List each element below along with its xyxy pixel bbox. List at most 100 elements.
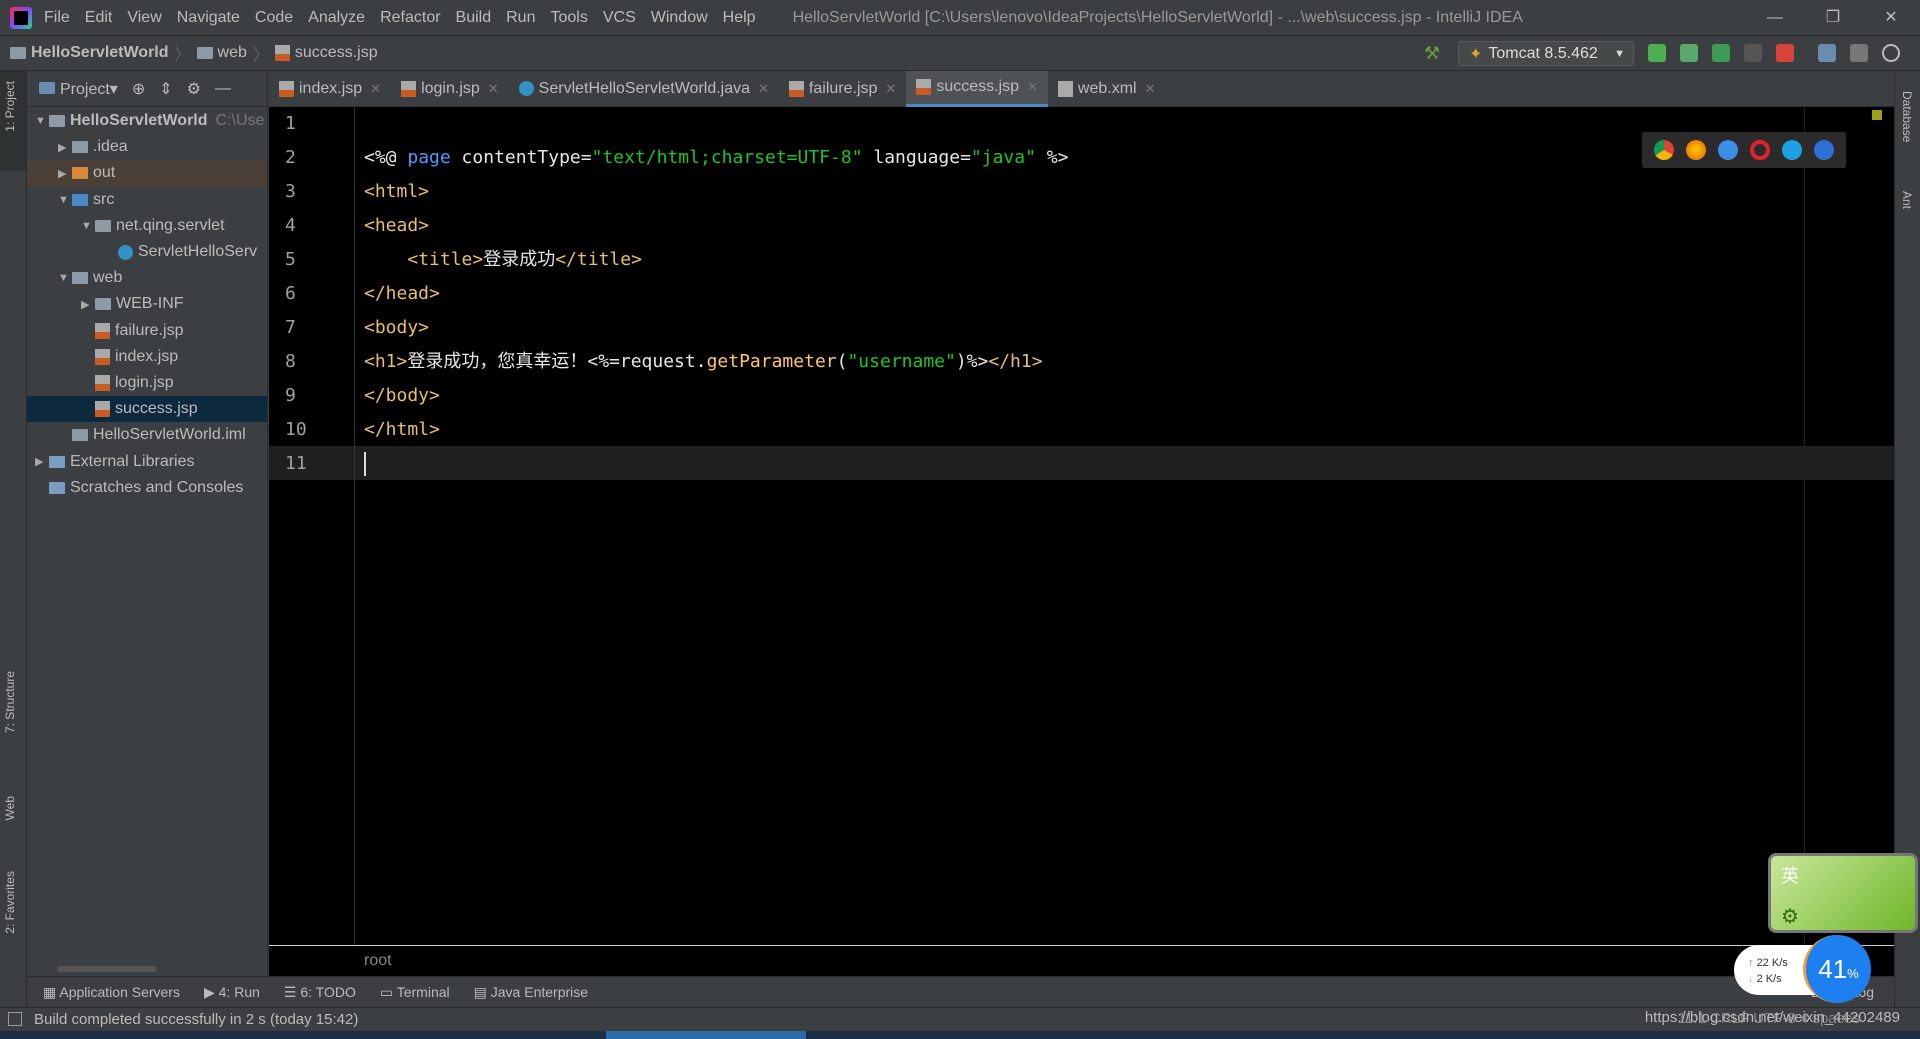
- tool-window----run[interactable]: ▶ 4: Run: [204, 984, 260, 1001]
- project-view-select[interactable]: Project▾: [39, 79, 118, 99]
- ime-widget[interactable]: 英 ⚙: [1768, 853, 1918, 933]
- internet-explorer-icon[interactable]: [1782, 140, 1802, 160]
- menu-window[interactable]: Window: [651, 9, 708, 26]
- tree-item[interactable]: ▶ .idea: [27, 134, 267, 160]
- tree-item[interactable]: success.jsp: [27, 396, 267, 423]
- status-message[interactable]: Build completed successfully in 2 s (tod…: [34, 1011, 358, 1028]
- toggle-tool-windows-icon[interactable]: [8, 1012, 22, 1026]
- window-icon[interactable]: [1850, 44, 1868, 62]
- code-line[interactable]: </html>: [364, 413, 440, 447]
- expanded-arrow-icon[interactable]: ▼: [58, 272, 72, 284]
- tool-tab-project[interactable]: 1: Project: [3, 81, 17, 132]
- chrome-icon[interactable]: [1654, 140, 1674, 160]
- tool-window-java-enterprise[interactable]: ▤ Java Enterprise: [474, 984, 588, 1001]
- tree-item[interactable]: login.jsp: [27, 370, 267, 396]
- menu-file[interactable]: File: [44, 9, 70, 26]
- code-editor[interactable]: 1 2 <%@ page contentType="text/html;charse…: [269, 107, 1894, 945]
- hide-icon[interactable]: —: [215, 80, 231, 98]
- collapse-all-icon[interactable]: ⇕: [159, 79, 172, 99]
- tool-window----todo[interactable]: ☰ 6: TODO: [284, 984, 356, 1001]
- close-tab-icon[interactable]: ✕: [370, 81, 381, 97]
- code-line[interactable]: <head>: [364, 209, 429, 243]
- tree-item[interactable]: ▼ HelloServletWorld C:\Use: [27, 108, 267, 134]
- search-icon[interactable]: [1882, 44, 1900, 62]
- menu-build[interactable]: Build: [456, 9, 492, 26]
- editor-breadcrumb[interactable]: root: [269, 945, 1894, 976]
- stop-icon[interactable]: [1776, 44, 1794, 62]
- coverage-icon[interactable]: [1712, 44, 1730, 62]
- menu-analyze[interactable]: Analyze: [308, 9, 365, 26]
- close-tab-icon[interactable]: ✕: [758, 81, 769, 97]
- close-tab-icon[interactable]: ✕: [1145, 81, 1156, 97]
- locate-icon[interactable]: ⊕: [132, 79, 145, 99]
- tool-tab-ant[interactable]: Ant: [1900, 191, 1914, 209]
- tree-item[interactable]: index.jsp: [27, 344, 267, 370]
- menu-code[interactable]: Code: [255, 9, 293, 26]
- expanded-arrow-icon[interactable]: ▼: [58, 194, 72, 206]
- gear-icon[interactable]: ⚙: [1781, 904, 1799, 929]
- collapsed-arrow-icon[interactable]: ▶: [58, 141, 72, 154]
- code-line[interactable]: <html>: [364, 175, 429, 209]
- breadcrumb-project[interactable]: HelloServletWorld: [31, 44, 169, 62]
- firefox-icon[interactable]: [1686, 140, 1706, 160]
- collapsed-arrow-icon[interactable]: ▶: [58, 167, 72, 180]
- tool-window-application-servers[interactable]: ▦ Application Servers: [43, 984, 180, 1001]
- tree-item[interactable]: ▼ web: [27, 265, 267, 291]
- profile-icon[interactable]: [1744, 44, 1762, 62]
- expanded-arrow-icon[interactable]: ▼: [81, 220, 95, 232]
- safari-icon[interactable]: [1718, 140, 1738, 160]
- collapsed-arrow-icon[interactable]: ▶: [35, 455, 49, 468]
- tab-web-xml[interactable]: web.xml ✕: [1048, 71, 1166, 107]
- menu-vcs[interactable]: VCS: [603, 9, 636, 26]
- memory-usage-ball[interactable]: 41%: [1803, 935, 1871, 1003]
- debug-icon[interactable]: [1680, 44, 1698, 62]
- tree-item[interactable]: ▶ WEB-INF: [27, 291, 267, 317]
- rerun-icon[interactable]: [1648, 44, 1666, 62]
- tree-item[interactable]: ▶ External Libraries: [27, 448, 267, 474]
- horizontal-scrollbar[interactable]: [57, 966, 157, 972]
- tree-item[interactable]: ▼ net.qing.servlet: [27, 213, 267, 239]
- code-line[interactable]: <title>登录成功</title>: [364, 243, 642, 277]
- inspection-status-icon[interactable]: [1872, 110, 1882, 120]
- tab-servlethelloservletworld-java[interactable]: ServletHelloServletWorld.java ✕: [509, 71, 779, 107]
- tree-item[interactable]: Scratches and Consoles: [27, 475, 267, 501]
- tab-login-jsp[interactable]: login.jsp ✕: [391, 71, 509, 107]
- tool-tab-web[interactable]: Web: [3, 796, 17, 820]
- gear-icon[interactable]: ⚙: [187, 79, 201, 99]
- tool-window-terminal[interactable]: ▭ Terminal: [380, 984, 450, 1001]
- menu-refactor[interactable]: Refactor: [380, 9, 440, 26]
- opera-icon[interactable]: [1750, 140, 1770, 160]
- close-tab-icon[interactable]: ✕: [488, 81, 499, 97]
- breadcrumb-web[interactable]: web: [218, 44, 247, 62]
- tab-success-jsp[interactable]: success.jsp ✕: [906, 70, 1048, 107]
- tool-tab-database[interactable]: Database: [1900, 91, 1914, 142]
- menu-edit[interactable]: Edit: [85, 9, 113, 26]
- menu-navigate[interactable]: Navigate: [177, 9, 240, 26]
- tab-index-jsp[interactable]: index.jsp ✕: [269, 71, 391, 107]
- breadcrumb-file[interactable]: success.jsp: [295, 44, 378, 62]
- project-structure-icon[interactable]: [1818, 44, 1836, 62]
- build-hammer-icon[interactable]: ⚒: [1424, 43, 1440, 64]
- restore-button[interactable]: ❐: [1804, 0, 1862, 36]
- menu-help[interactable]: Help: [723, 9, 756, 26]
- code-line[interactable]: <h1>登录成功，您真幸运！<%=request.getParameter("u…: [364, 345, 1043, 379]
- code-line[interactable]: </body>: [364, 379, 440, 413]
- tree-item[interactable]: ▶ out: [27, 160, 267, 187]
- collapsed-arrow-icon[interactable]: ▶: [81, 298, 95, 311]
- tree-item[interactable]: ▼ src: [27, 187, 267, 213]
- tool-tab-favorites[interactable]: 2: Favorites: [3, 871, 17, 934]
- tree-item[interactable]: ServletHelloServ: [27, 239, 267, 265]
- code-line[interactable]: <body>: [364, 311, 429, 345]
- tree-item[interactable]: HelloServletWorld.iml: [27, 422, 267, 448]
- close-button[interactable]: ✕: [1862, 0, 1920, 36]
- tab-failure-jsp[interactable]: failure.jsp ✕: [779, 71, 906, 107]
- menu-tools[interactable]: Tools: [550, 9, 587, 26]
- edge-icon[interactable]: [1814, 140, 1834, 160]
- minimize-button[interactable]: —: [1746, 0, 1804, 36]
- tool-tab-structure[interactable]: 7: Structure: [3, 671, 17, 733]
- run-configuration-select[interactable]: ✦ Tomcat 8.5.462 ▼: [1458, 41, 1634, 66]
- expanded-arrow-icon[interactable]: ▼: [35, 115, 49, 127]
- code-line[interactable]: <%@ page contentType="text/html;charset=…: [364, 141, 1068, 175]
- close-tab-icon[interactable]: ✕: [885, 81, 896, 97]
- tree-item[interactable]: failure.jsp: [27, 318, 267, 344]
